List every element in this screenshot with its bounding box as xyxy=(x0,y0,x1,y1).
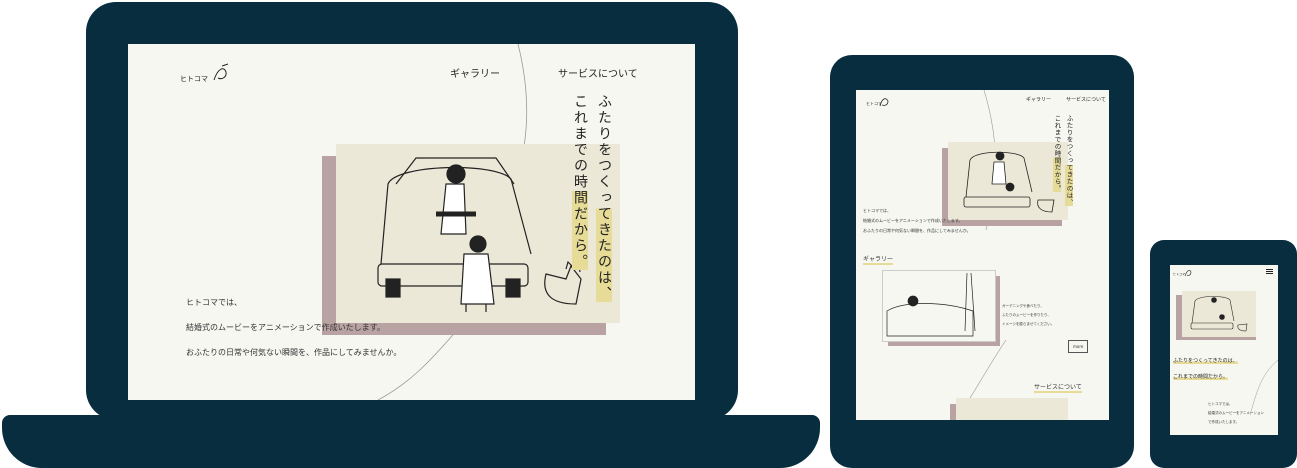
nav-gallery[interactable]: ギャラリー xyxy=(450,65,500,80)
tablet-intro-line2: 結婚式のムービーをアニメーションで作成いたします。 xyxy=(863,218,963,223)
intro-line1: ヒトコマでは、 xyxy=(186,298,242,307)
laptop-screen: ヒトコマ ギャラリー サービスについて ふたりをつくってきたのは、 これまでの時… xyxy=(128,44,695,400)
hero-copy-line1: ふたりをつくってきたのは、 xyxy=(596,94,612,302)
phone-logo[interactable]: ヒトコマ xyxy=(1173,267,1193,277)
brand-logo[interactable]: ヒトコマ xyxy=(178,63,238,86)
logo-text: ヒトコマ xyxy=(180,75,208,83)
phone-intro-line2: 結婚式のムービーをアニメーション xyxy=(1208,411,1264,415)
hamburger-icon[interactable] xyxy=(1266,269,1273,274)
tablet-logo-text: ヒトコマ xyxy=(866,101,882,106)
tablet-bed-drawing xyxy=(886,272,976,337)
brush-logo-icon xyxy=(213,63,229,81)
tablet-intro-line1: ヒトコマでは、 xyxy=(863,208,891,213)
tablet-gallery-desc1: ガーデニングや食べたり、 xyxy=(1002,304,1044,308)
hero-copy: ふたりをつくってきたのは、 これまでの時間だから。 xyxy=(568,94,616,314)
tablet-intro-copy: ヒトコマでは、 結婚式のムービーをアニメーションで作成いたします。 おふたりの日… xyxy=(863,206,971,236)
tablet-nav-service[interactable]: サービスについて xyxy=(1066,96,1106,103)
tablet-screen: ヒトコマ ギャラリー サービスについて ふたりをつくってきたのは、 これまでの時… xyxy=(856,90,1109,420)
phone-screen: ヒトコマ ふたりをつくってきたのは、 これまでの時間だから。 ヒトコマでは、 結… xyxy=(1170,265,1278,435)
phone-hero-copy-line1: ふたりをつくってきたのは、 xyxy=(1173,358,1238,364)
tablet-gallery-desc3: イメージを膨らませてください。 xyxy=(1002,322,1055,326)
tablet-intro-line3: おふたりの日常や何気ない瞬間を、作品にしてみませんか。 xyxy=(863,228,971,233)
intro-line2: 結婚式のムービーをアニメーションで作成いたします。 xyxy=(186,323,385,332)
tablet-hero-copy-line1: ふたりをつくってきたのは、 xyxy=(1065,115,1073,206)
tablet-gallery-desc: ガーデニングや食べたり、 ふたりのムービーを作りたり、 イメージを膨らませてくだ… xyxy=(1002,302,1054,329)
phone-hero-copy: ふたりをつくってきたのは、 これまでの時間だから。 xyxy=(1173,353,1238,385)
tablet-hero-copy: ふたりをつくってきたのは、 これまでの時間だから。 xyxy=(1051,115,1075,215)
phone-intro-copy: ヒトコマでは、 結婚式のムービーをアニメーション で作成いたします。 xyxy=(1208,400,1264,427)
tablet-logo[interactable]: ヒトコマ xyxy=(866,94,890,108)
nav-service[interactable]: サービスについて xyxy=(558,65,638,80)
tablet-service-illustration xyxy=(956,398,1068,420)
phone-hero-illustration xyxy=(1182,291,1256,337)
tablet-gallery-illustration xyxy=(882,270,996,342)
tablet-gallery-title: ギャラリー xyxy=(863,256,894,265)
hero-copy-line2: これまでの時間だから。 xyxy=(572,94,588,270)
phone-logo-text: ヒトコマ xyxy=(1173,272,1186,276)
intro-line3: おふたりの日常や何気ない瞬間を、作品にしてみませんか。 xyxy=(186,348,402,357)
phone-intro-line1: ヒトコマでは、 xyxy=(1208,402,1233,406)
tablet-service-title: サービスについて xyxy=(1034,384,1082,393)
tablet-more-button[interactable]: more xyxy=(1068,340,1089,353)
tablet-gallery-desc2: ふたりのムービーを作りたり、 xyxy=(1002,313,1051,317)
phone-hero-copy-line2: これまでの時間だから。 xyxy=(1173,374,1229,380)
phone-couple-car-drawing xyxy=(1190,296,1248,332)
phone-intro-line3: で作成いたします。 xyxy=(1208,420,1240,424)
tablet-nav-gallery[interactable]: ギャラリー xyxy=(1026,96,1051,103)
intro-copy: ヒトコマでは、 結婚式のムービーをアニメーションで作成いたします。 おふたりの日… xyxy=(186,290,401,365)
tablet-hero-copy-line2: これまでの時間だから。 xyxy=(1053,115,1061,192)
laptop-base xyxy=(2,415,820,468)
